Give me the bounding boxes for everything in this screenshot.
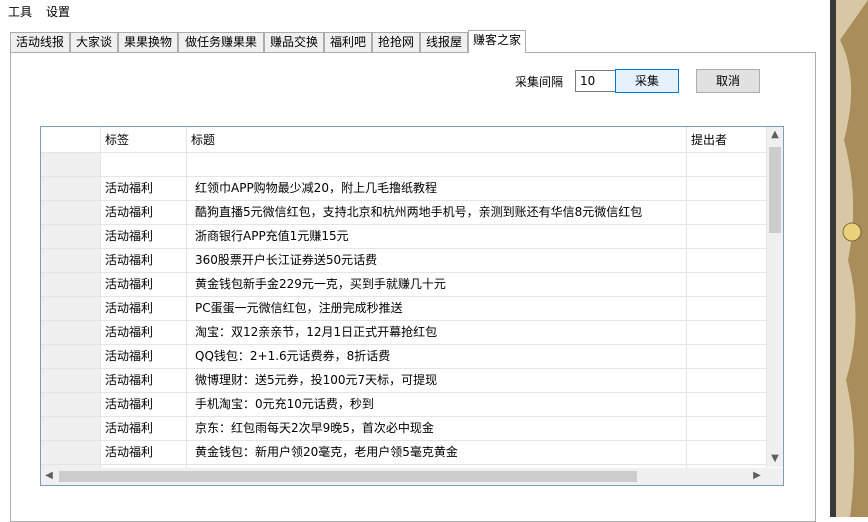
cell-title[interactable]: 红领巾APP购物最少减20，附上几毛撸纸教程 [187,177,687,201]
column-header-title[interactable]: 标题 [187,127,687,153]
cell-tag[interactable]: 活动福利 [101,177,187,201]
cell-title[interactable]: 黄金钱包新手金229元一克，买到手就赚几十元 [187,273,687,297]
scrollbar-corner [767,468,783,485]
vertical-scroll-thumb[interactable] [769,147,781,233]
cell-title[interactable]: 酷狗直播5元微信红包，支持北京和杭州两地手机号，亲测到账还有华信8元微信红包 [187,201,687,225]
cell-tag[interactable]: 活动福利 [101,297,187,321]
cell-title[interactable]: 手机淘宝：0元充10元话费，秒到 [187,393,687,417]
tab-strip: 活动线报 大家谈 果果换物 做任务赚果果 赚品交换 福利吧 抢抢网 线报屋 赚客… [10,30,830,53]
tab-tasks[interactable]: 做任务赚果果 [178,32,264,52]
tab-fruit-exchange[interactable]: 果果换物 [118,32,178,52]
cell-author[interactable] [687,321,767,345]
cell-tag[interactable]: 活动福利 [101,225,187,249]
grid-header: 标签 标题 提出者 [41,127,783,153]
row-header[interactable] [41,297,101,321]
chevron-left-icon[interactable]: ◀ [41,468,57,484]
cell-author[interactable] [687,441,767,465]
row-header[interactable] [41,441,101,465]
cell-tag[interactable]: 活动福利 [101,417,187,441]
table-row[interactable]: 活动福利 QQ钱包：2+1.6元话费券，8折话费 [41,345,767,369]
interval-input[interactable]: 10 [575,70,617,92]
cell-author[interactable] [687,393,767,417]
tab-product-exchange[interactable]: 赚品交换 [264,32,324,52]
cell-author[interactable] [687,297,767,321]
table-row[interactable]: 活动福利 手机淘宝：0元充10元话费，秒到 [41,393,767,417]
row-header[interactable] [41,369,101,393]
row-header-corner[interactable] [41,127,101,153]
collect-button[interactable]: 采集 [615,69,679,93]
cell-author[interactable] [687,273,767,297]
horizontal-scrollbar[interactable]: ◀ ▶ [41,468,783,485]
table-row[interactable]: 活动福利 酷狗直播5元微信红包，支持北京和杭州两地手机号，亲测到账还有华信8元微… [41,201,767,225]
tab-activity-news[interactable]: 活动线报 [10,32,70,52]
cell-tag[interactable]: 活动福利 [101,249,187,273]
cell-title[interactable]: 黄金钱包：新用户领20毫克，老用户领5毫克黄金 [187,441,687,465]
tab-grab[interactable]: 抢抢网 [372,32,420,52]
row-header[interactable] [41,393,101,417]
table-row[interactable]: 活动福利 黄金钱包新手金229元一克，买到手就赚几十元 [41,273,767,297]
cell-title[interactable]: PC蛋蛋一元微信红包，注册完成秒推送 [187,297,687,321]
cell-tag[interactable]: 活动福利 [101,273,187,297]
cell-title[interactable]: 360股票开户长江证券送50元话费 [187,249,687,273]
row-header[interactable] [41,153,101,177]
table-row[interactable] [41,153,767,177]
chevron-down-icon[interactable]: ▼ [767,451,783,467]
cell-author[interactable] [687,345,767,369]
vertical-scrollbar[interactable]: ▲ ▼ [767,127,783,467]
row-header[interactable] [41,321,101,345]
background-artwork [830,0,868,517]
row-header[interactable] [41,345,101,369]
cell-title[interactable] [187,153,687,177]
cell-author[interactable] [687,369,767,393]
data-grid[interactable]: 标签 标题 提出者 活动福利 红领巾APP购物最少减20，附上几毛撸纸教程 活动… [40,126,784,486]
interval-label: 采集间隔 [515,75,564,89]
menu-tools[interactable]: 工具 [8,3,32,20]
cell-tag[interactable]: 活动福利 [101,393,187,417]
cell-author[interactable] [687,177,767,201]
table-row[interactable]: 活动福利 淘宝：双12亲亲节，12月1日正式开幕抢红包 [41,321,767,345]
chevron-right-icon[interactable]: ▶ [749,468,765,484]
menu-bar: 工具 设置 [0,0,830,22]
table-row[interactable]: 活动福利 京东：红包雨每天2次早9晚5，首次必中现金 [41,417,767,441]
column-header-tag[interactable]: 标签 [101,127,187,153]
cell-tag[interactable]: 活动福利 [101,321,187,345]
menu-settings[interactable]: 设置 [46,3,70,20]
cell-tag[interactable] [101,153,187,177]
cell-tag[interactable]: 活动福利 [101,441,187,465]
table-row[interactable]: 活动福利 红领巾APP购物最少减20，附上几毛撸纸教程 [41,177,767,201]
cell-tag[interactable]: 活动福利 [101,369,187,393]
row-header[interactable] [41,201,101,225]
table-row[interactable]: 活动福利 360股票开户长江证券送50元话费 [41,249,767,273]
tab-news-house[interactable]: 线报屋 [420,32,468,52]
table-row[interactable]: 活动福利 浙商银行APP充值1元赚15元 [41,225,767,249]
tab-welfare[interactable]: 福利吧 [324,32,372,52]
cell-title[interactable]: 微博理财：送5元券，投100元7天标，可提现 [187,369,687,393]
cell-author[interactable] [687,153,767,177]
row-header[interactable] [41,177,101,201]
table-row[interactable]: 活动福利 黄金钱包：新用户领20毫克，老用户领5毫克黄金 [41,441,767,465]
horizontal-scroll-thumb[interactable] [59,471,637,482]
cell-author[interactable] [687,417,767,441]
cell-tag[interactable]: 活动福利 [101,201,187,225]
row-header[interactable] [41,273,101,297]
cell-tag[interactable]: 活动福利 [101,345,187,369]
cell-title[interactable]: QQ钱包：2+1.6元话费券，8折话费 [187,345,687,369]
background-window-edge [830,0,868,517]
row-header[interactable] [41,225,101,249]
row-header[interactable] [41,249,101,273]
cell-title[interactable]: 浙商银行APP充值1元赚15元 [187,225,687,249]
cell-title[interactable]: 淘宝：双12亲亲节，12月1日正式开幕抢红包 [187,321,687,345]
cell-title[interactable]: 京东：红包雨每天2次早9晚5，首次必中现金 [187,417,687,441]
tab-zhuanke-home[interactable]: 赚客之家 [468,30,526,53]
tab-discussion[interactable]: 大家谈 [70,32,118,52]
cell-author[interactable] [687,249,767,273]
cancel-button[interactable]: 取消 [696,69,760,93]
chevron-up-icon[interactable]: ▲ [767,127,783,143]
cell-author[interactable] [687,201,767,225]
table-row[interactable]: 活动福利 微博理财：送5元券，投100元7天标，可提现 [41,369,767,393]
table-row[interactable]: 活动福利 PC蛋蛋一元微信红包，注册完成秒推送 [41,297,767,321]
cell-author[interactable] [687,225,767,249]
column-header-author[interactable]: 提出者 [687,127,767,153]
row-header[interactable] [41,417,101,441]
